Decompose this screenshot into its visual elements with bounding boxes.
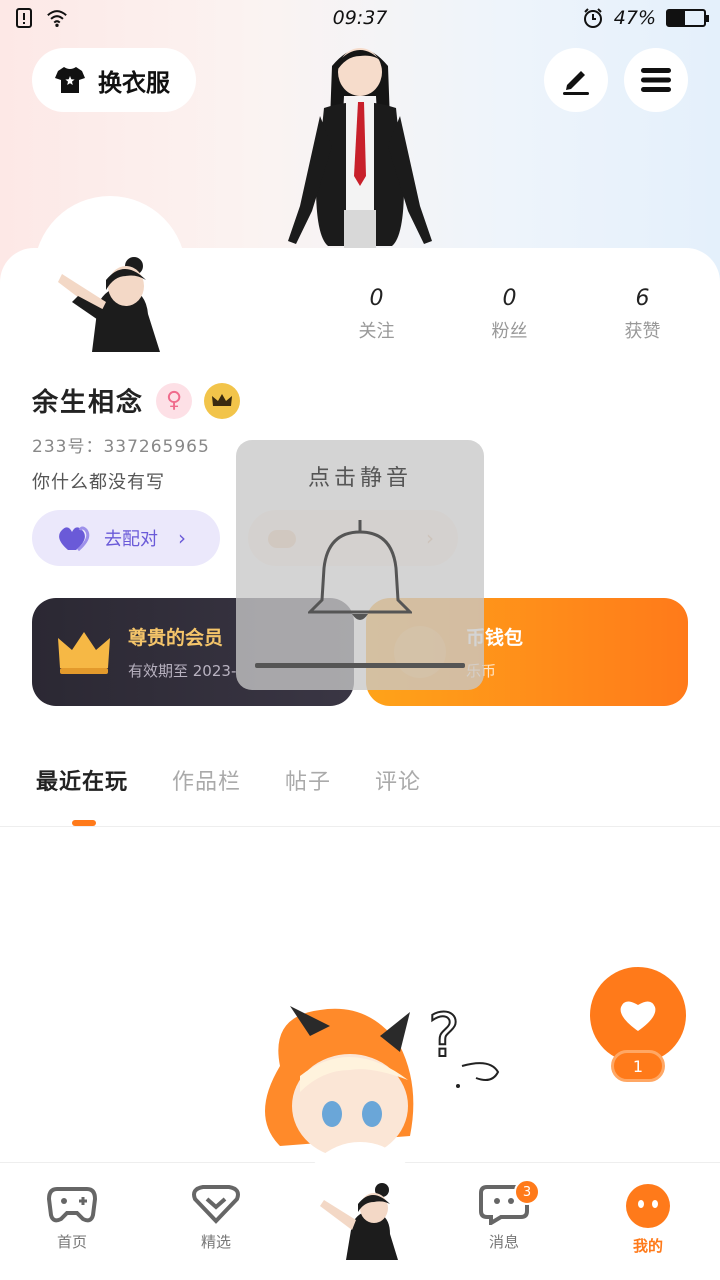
battery-icon <box>666 9 709 27</box>
pencil-icon <box>563 71 589 95</box>
profile-tabs: 最近在玩 作品栏 帖子 评论 <box>36 764 421 796</box>
tab-works[interactable]: 作品栏 <box>172 764 241 796</box>
username: 余生相念 <box>32 388 145 418</box>
tab-recently-played[interactable]: 最近在玩 <box>36 764 128 796</box>
battery-level <box>668 11 685 25</box>
gamepad-icon <box>47 1187 97 1223</box>
heart-chevron-icon <box>192 1185 240 1224</box>
nav-mine[interactable]: 我的 <box>576 1163 720 1280</box>
tab-comments[interactable]: 评论 <box>375 764 421 796</box>
nav-mine-label: 我的 <box>632 1237 663 1255</box>
tshirt-icon <box>55 67 85 93</box>
pair-button[interactable]: 去配对 › <box>32 510 220 566</box>
nav-home-label: 首页 <box>56 1233 87 1251</box>
status-time: 09:37 <box>332 7 388 29</box>
followers-label: 粉丝 <box>491 321 528 342</box>
user-avatar[interactable] <box>48 244 172 356</box>
heart-icon <box>620 1001 656 1031</box>
double-heart-icon <box>59 526 90 552</box>
stat-following[interactable]: 0 关注 <box>310 286 443 343</box>
nav-featured-label: 精选 <box>200 1233 231 1251</box>
hamburger-menu-icon <box>641 68 671 92</box>
menu-button[interactable] <box>624 48 688 112</box>
character-figure[interactable] <box>280 36 440 250</box>
pair-label: 去配对 <box>104 529 158 550</box>
like-fab-button[interactable] <box>590 967 686 1063</box>
bell-icon <box>308 520 412 620</box>
stat-followers[interactable]: 0 粉丝 <box>443 286 576 343</box>
empty-state-illustration: ? <box>265 1000 500 1158</box>
chevron-right-icon: › <box>178 526 186 550</box>
likes-count: 6 <box>635 286 650 311</box>
like-count-badge: 1 <box>611 1050 665 1082</box>
vip-title: 尊贵的会员 <box>128 627 224 649</box>
volume-level-bar <box>255 663 465 668</box>
following-label: 关注 <box>358 321 395 342</box>
nav-center-avatar[interactable] <box>316 1180 404 1262</box>
user-id: 233号：337265965 <box>32 437 210 457</box>
tab-divider <box>0 826 720 827</box>
tab-posts[interactable]: 帖子 <box>285 764 331 796</box>
change-outfit-label: 换衣服 <box>98 68 170 97</box>
message-count-badge: 3 <box>514 1179 540 1205</box>
female-gender-icon: ♀ <box>156 382 193 419</box>
profile-face-icon <box>626 1184 670 1228</box>
nav-featured[interactable]: 精选 <box>144 1163 288 1280</box>
nav-messages-label: 消息 <box>488 1233 519 1251</box>
stat-likes[interactable]: 6 获赞 <box>576 286 709 343</box>
username-row: 余生相念 ♀ <box>32 382 241 419</box>
status-bar: 09:37 47% <box>0 0 720 36</box>
likes-label: 获赞 <box>624 321 661 342</box>
svg-text:?: ? <box>428 1001 460 1071</box>
following-count: 0 <box>369 286 384 311</box>
nav-messages[interactable]: 3 消息 <box>432 1163 576 1280</box>
crown-badge-icon[interactable] <box>204 382 241 419</box>
nav-home[interactable]: 首页 <box>0 1163 144 1280</box>
mute-toast-title: 点击静音 <box>307 466 412 491</box>
change-outfit-button[interactable]: 换衣服 <box>32 48 196 112</box>
crown-icon <box>58 632 110 674</box>
edit-profile-button[interactable] <box>544 48 608 112</box>
profile-stats: 0 关注 0 粉丝 6 获赞 <box>310 286 710 343</box>
followers-count: 0 <box>502 286 517 311</box>
vip-expiry: 有效期至 2023- <box>128 662 237 680</box>
